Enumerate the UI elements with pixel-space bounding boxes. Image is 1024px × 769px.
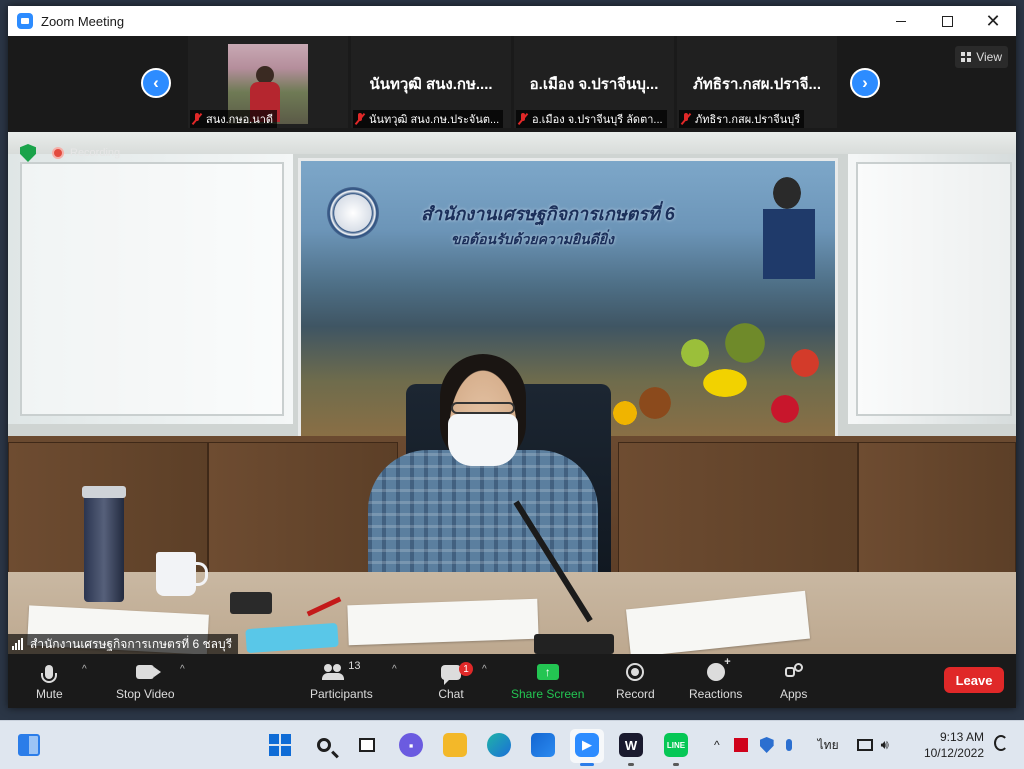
participant-tile[interactable]: สนง.กษอ.นาดี: [188, 36, 348, 128]
participants-button[interactable]: 13 Participants: [310, 660, 373, 704]
grid-view-icon: [961, 52, 972, 62]
participant-name-tag: นันทวุฒิ สนง.กษ.ประจันต...: [353, 110, 504, 128]
banner-title: สำนักงานเศรษฐกิจการเกษตรที่ 6: [421, 204, 675, 224]
minimize-button[interactable]: [878, 6, 924, 36]
title-bar: Zoom Meeting ✕: [8, 6, 1016, 37]
zoom-taskbar-icon[interactable]: ▶: [575, 733, 599, 757]
participant-name-tag: สนง.กษอ.นาดี: [190, 110, 278, 128]
network-icon[interactable]: [856, 739, 873, 751]
apps-button[interactable]: Apps: [780, 660, 807, 704]
participants-options-caret[interactable]: ^: [392, 664, 397, 675]
chevron-left-icon: ‹: [153, 73, 159, 92]
muted-mic-icon: [518, 113, 528, 125]
participant-tile[interactable]: นันทวุฒิ สนง.กษ.... นันทวุฒิ สนง.กษ.ประจ…: [351, 36, 511, 128]
windows-taskbar: ▪ ▶ W LINE ^ ไทย 🔊︎ 9:13 AM 10/12/2022: [0, 720, 1024, 769]
participant-display-name: นันทวุฒิ สนง.กษ....: [369, 76, 493, 93]
office-seal-icon: [327, 187, 379, 239]
volume-icon[interactable]: 🔊︎: [881, 737, 889, 753]
zoom-window: Zoom Meeting ✕ ‹ สนง.กษอ.นาดี นันทวุฒิ ส…: [8, 6, 1016, 708]
zoom-logo-icon: [17, 13, 33, 29]
leave-meeting-button[interactable]: Leave: [944, 667, 1004, 693]
chat-bubble-icon: [441, 664, 461, 685]
participants-icon: [322, 664, 345, 680]
previous-page-button[interactable]: ‹: [141, 68, 171, 98]
meeting-controls: Mute ^ Stop Video ^ 13 Participants ^ Ch…: [8, 654, 1016, 708]
speaker-name: สำนักงานเศรษฐกิจการเกษตรที่ 6 ชลบุรี: [30, 636, 233, 651]
start-button[interactable]: [268, 733, 292, 757]
muted-mic-icon: [192, 113, 202, 125]
video-camera-icon: [136, 665, 162, 679]
taskbar-clock[interactable]: 9:13 AM 10/12/2022: [924, 729, 984, 761]
webex-icon[interactable]: W: [619, 733, 643, 757]
participant-display-name: ภัทธิรา.กสผ.ปราจี...: [692, 76, 822, 93]
participant-tile[interactable]: อ.เมือง จ.ปราจีนบุ... อ.เมือง จ.ปราจีนบุ…: [514, 36, 674, 128]
input-language[interactable]: ไทย: [818, 736, 839, 755]
microsoft-store-icon[interactable]: [531, 733, 555, 757]
edge-browser-icon[interactable]: [487, 733, 511, 757]
recording-dot-icon: [52, 147, 64, 159]
window-title: Zoom Meeting: [41, 13, 125, 29]
task-view-icon: [359, 738, 375, 752]
search-button[interactable]: [312, 733, 336, 757]
show-hidden-icons-icon[interactable]: ^: [714, 738, 720, 752]
microphone-tray-icon[interactable]: [785, 739, 792, 751]
search-icon: [317, 738, 331, 752]
stop-video-button[interactable]: Stop Video: [116, 660, 175, 704]
video-options-caret[interactable]: ^: [180, 664, 185, 675]
recording-indicator[interactable]: Recording: [52, 144, 120, 162]
teams-chat-icon[interactable]: ▪: [399, 733, 423, 757]
chat-unread-badge: 1: [459, 662, 473, 676]
next-page-button[interactable]: ›: [850, 68, 880, 98]
microphone-icon: [41, 665, 58, 683]
chat-options-caret[interactable]: ^: [482, 664, 487, 675]
clock-time: 9:13 AM: [939, 730, 984, 744]
apps-icon: [784, 663, 803, 681]
smiley-face-icon: [706, 656, 731, 681]
maximize-button[interactable]: [924, 6, 970, 36]
record-icon: [626, 663, 645, 681]
system-tray: ^ ไทย 🔊︎: [714, 721, 889, 769]
share-screen-icon: ↑: [536, 664, 559, 680]
chevron-right-icon: ›: [862, 73, 868, 92]
record-button[interactable]: Record: [616, 660, 655, 704]
clock-date: 10/12/2022: [923, 746, 984, 760]
notifications-icon[interactable]: [994, 735, 1008, 751]
participants-count: 13: [348, 660, 361, 672]
mute-button[interactable]: Mute: [36, 660, 63, 704]
view-button[interactable]: View: [955, 46, 1008, 68]
windows-start-icon: [269, 734, 291, 756]
recording-label: Recording: [70, 147, 121, 159]
speaker-name-tag: สำนักงานเศรษฐกิจการเกษตรที่ 6 ชลบุรี: [8, 634, 239, 654]
participant-display-name: อ.เมือง จ.ปราจีนบุ...: [529, 76, 659, 93]
participant-tile[interactable]: ภัทธิรา.กสผ.ปราจี... ภัทธิรา.กสผ.ปราจีนบ…: [677, 36, 837, 128]
share-screen-button[interactable]: ↑ Share Screen: [511, 660, 584, 704]
widgets-icon[interactable]: [18, 734, 40, 756]
task-view-button[interactable]: [355, 733, 379, 757]
window-controls: ✕: [878, 6, 1016, 36]
antivirus-tray-icon[interactable]: [733, 738, 748, 752]
muted-mic-icon: [681, 113, 691, 125]
security-shield-icon[interactable]: [759, 737, 774, 753]
active-speaker-video[interactable]: สำนักงานเศรษฐกิจการเกษตรที่ 6 ขอต้อนรับด…: [8, 132, 1016, 654]
reactions-button[interactable]: Reactions: [689, 656, 742, 704]
close-button[interactable]: ✕: [970, 6, 1016, 36]
banner-subtitle: ขอต้อนรับด้วยความยินดียิ่ง: [451, 231, 614, 247]
view-button-label: View: [976, 50, 1002, 64]
muted-mic-icon: [355, 113, 365, 125]
participant-name-tag: อ.เมือง จ.ปราจีนบุรี ลัดตา...: [516, 110, 667, 128]
line-app-icon[interactable]: LINE: [664, 733, 688, 757]
file-explorer-icon[interactable]: [443, 733, 467, 757]
chat-button[interactable]: Chat 1: [438, 660, 473, 704]
audio-options-caret[interactable]: ^: [82, 664, 87, 675]
participant-strip: ‹ สนง.กษอ.นาดี นันทวุฒิ สนง.กษ.... นันทว…: [8, 36, 1016, 132]
signal-strength-icon: [12, 638, 24, 650]
participant-name-tag: ภัทธิรา.กสผ.ปราจีนบุรี: [679, 110, 805, 128]
